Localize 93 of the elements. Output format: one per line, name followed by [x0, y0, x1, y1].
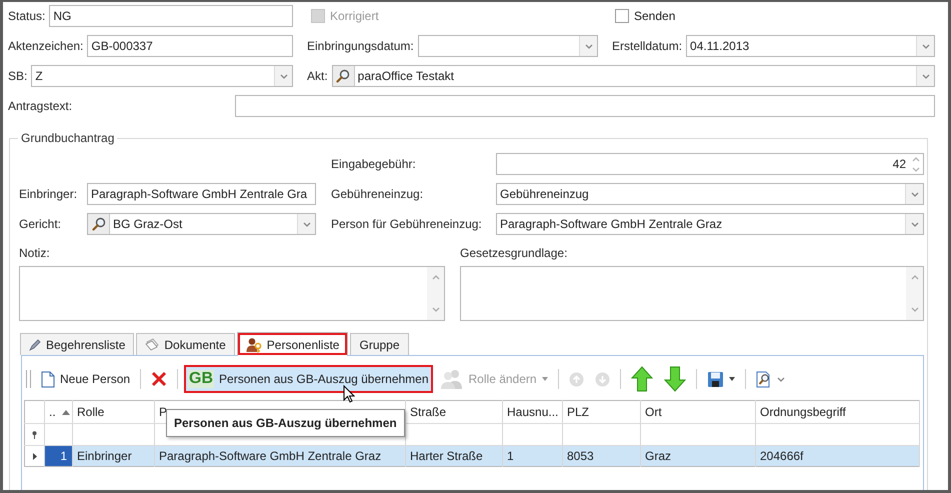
- lookup-button[interactable]: [332, 66, 355, 86]
- column-header[interactable]: PLZ: [562, 400, 640, 424]
- chevron-down-icon: [910, 192, 918, 196]
- table-cell: 8053: [562, 446, 640, 466]
- import-button[interactable]: GB Personen aus GB-Auszug übernehmen: [184, 365, 433, 393]
- column-header[interactable]: Straße: [406, 400, 502, 424]
- table-cell: 1: [44, 446, 72, 466]
- pin-icon: [32, 430, 37, 438]
- field-label: Gesetzesgrundlage:: [460, 246, 568, 260]
- field-label: SB:: [8, 69, 28, 83]
- dropdown-button[interactable]: [916, 66, 934, 86]
- pencil-icon: [29, 338, 41, 350]
- chevron-down-icon: [280, 74, 288, 78]
- field-label: Notiz:: [19, 246, 51, 260]
- table-cell: Paragraph-Software GmbH Zentrale Graz: [154, 446, 406, 466]
- group-title: Grundbuchantrag: [20, 131, 116, 145]
- documents-icon: [145, 338, 160, 351]
- scroll-bar[interactable]: [427, 267, 444, 320]
- field-label: Gebühreneinzug:: [331, 187, 424, 201]
- search-icon: [92, 217, 106, 231]
- column-header[interactable]: Ort: [640, 400, 756, 424]
- column-header[interactable]: Rolle: [72, 400, 154, 424]
- text-field[interactable]: Paragraph-Software GmbH Zentrale Gra: [87, 183, 316, 205]
- up-arrow-icon: [630, 366, 653, 392]
- row-indicator-icon: [32, 453, 36, 460]
- dropdown-field[interactable]: 04.11.2013: [686, 35, 935, 57]
- table-cell: Harter Straße: [406, 446, 502, 466]
- table-cell: 204666f: [756, 446, 920, 466]
- table-cell: 1: [502, 446, 562, 466]
- field-label: Akt:: [307, 69, 328, 83]
- chevron-down-icon: [910, 222, 918, 226]
- chevron-down-icon: [922, 74, 930, 78]
- tab[interactable]: Gruppe: [350, 333, 409, 355]
- dropdown-button[interactable]: [579, 36, 597, 56]
- field-label: Person für Gebühreneinzug:: [331, 217, 482, 231]
- lookup-field[interactable]: paraOffice Testakt: [332, 65, 935, 87]
- chevron-down-icon: [584, 44, 592, 48]
- document-icon: [41, 370, 55, 388]
- tab[interactable]: Begehrensliste: [20, 333, 134, 355]
- chevron-down-icon: [432, 307, 440, 312]
- dropdown-field[interactable]: Paragraph-Software GmbH Zentrale Graz: [496, 213, 924, 235]
- dropdown-button[interactable]: [905, 184, 923, 204]
- dropdown-field[interactable]: Gebühreneinzug: [496, 183, 924, 205]
- spin-field[interactable]: 42: [496, 153, 924, 175]
- dropdown-field[interactable]: [418, 35, 598, 57]
- field-label: Einbringer:: [19, 187, 78, 201]
- dropdown-field[interactable]: Z: [31, 65, 293, 87]
- checkbox[interactable]: Senden: [615, 9, 676, 23]
- field-label: Status:: [8, 9, 46, 23]
- dropdown-button[interactable]: [274, 66, 292, 86]
- chevron-down-icon: [912, 166, 920, 172]
- field-label: Antragstext:: [8, 99, 72, 113]
- chevron-up-icon: [432, 275, 440, 280]
- toolbar-grip[interactable]: [26, 370, 31, 388]
- lookup-button[interactable]: [88, 214, 110, 234]
- field-label: Aktenzeichen:: [8, 39, 84, 53]
- column-header[interactable]: ..: [44, 400, 72, 424]
- chevron-down-icon: [910, 307, 918, 312]
- chevron-down-icon: [922, 44, 930, 48]
- field-label: Gericht:: [19, 217, 62, 231]
- lookup-field[interactable]: BG Graz-Ost: [87, 213, 316, 235]
- scroll-bar[interactable]: [906, 267, 923, 320]
- text-field[interactable]: [235, 95, 935, 117]
- table-cell: Einbringer: [72, 446, 154, 466]
- dropdown-button[interactable]: [916, 36, 934, 56]
- x-icon: [151, 371, 168, 387]
- table-row[interactable]: 1 Einbringer Paragraph-Software GmbH Zentrale Graz Harter Straße 1 8053 Graz 204666f: [24, 446, 920, 466]
- field-label: Einbringungsdatum:: [307, 39, 414, 53]
- dropdown-button[interactable]: [905, 214, 923, 234]
- field-label: Erstelldatum:: [612, 39, 682, 53]
- column-header[interactable]: Ordnungsbegriff: [756, 400, 920, 424]
- people-icon: [440, 369, 464, 389]
- text-field[interactable]: NG: [49, 5, 293, 27]
- field-label: Eingabegebühr:: [331, 157, 416, 171]
- chevron-up-icon: [912, 156, 920, 162]
- tab[interactable]: Dokumente: [136, 333, 235, 355]
- text-field[interactable]: GB-000337: [87, 35, 293, 57]
- memo-field[interactable]: [460, 266, 924, 321]
- down-arrow-icon: [664, 366, 686, 392]
- document-search-icon: [756, 370, 772, 388]
- memo-field[interactable]: [19, 266, 445, 321]
- chevron-down-icon: [302, 222, 310, 226]
- gb-logo: GB: [188, 370, 214, 388]
- person-key-icon: [246, 336, 262, 352]
- search-icon: [336, 69, 350, 83]
- cursor-icon: [343, 385, 355, 403]
- chevron-up-icon: [910, 275, 918, 280]
- tooltip: Personen aus GB-Auszug übernehmen: [166, 409, 405, 437]
- table-cell: Graz: [640, 446, 756, 466]
- column-header[interactable]: Hausnu...: [502, 400, 562, 424]
- new-person-button[interactable]: Neue Person: [37, 365, 134, 393]
- dropdown-button[interactable]: [297, 214, 315, 234]
- tab[interactable]: Personenliste: [236, 332, 348, 356]
